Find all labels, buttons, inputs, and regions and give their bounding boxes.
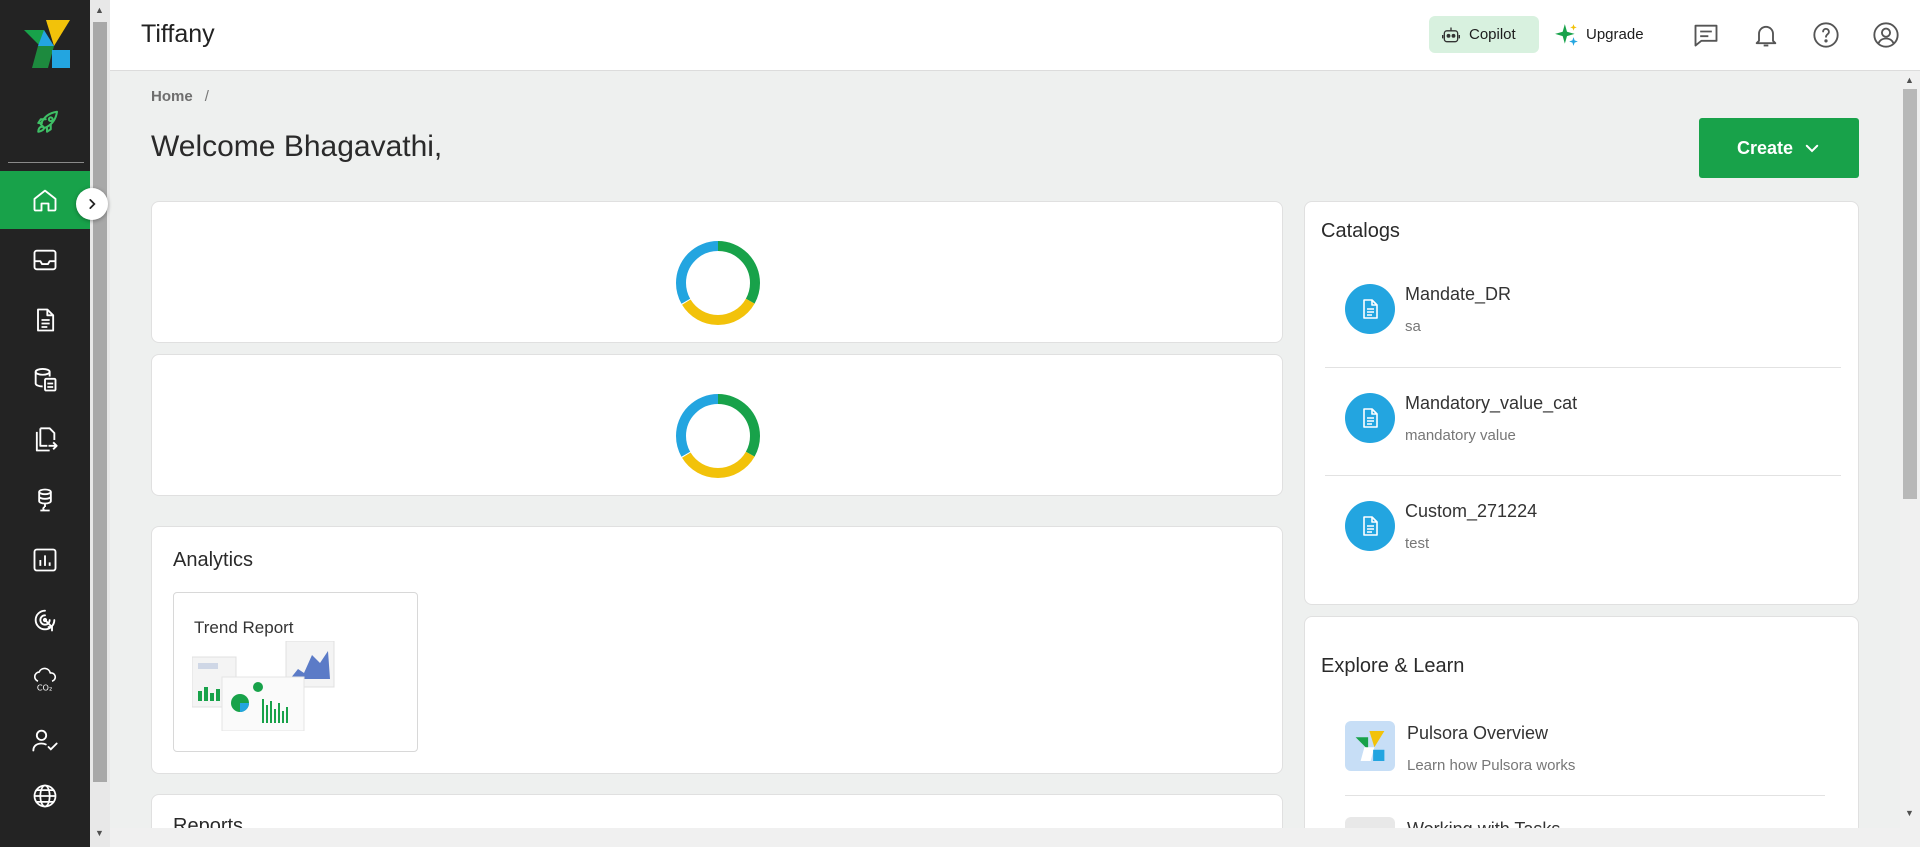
sidebar-divider [8, 162, 84, 163]
sidebar-item-users[interactable] [0, 711, 90, 769]
learn-item-title: Pulsora Overview [1407, 723, 1549, 743]
learn-item-description: Learn how Pulsora works [1407, 757, 1576, 774]
user-account-icon[interactable] [1872, 21, 1900, 49]
catalog-divider [1325, 475, 1841, 476]
sidebar-expand-button[interactable] [76, 188, 108, 220]
explore-learn-title: Explore & Learn [1321, 655, 1465, 677]
loading-spinner-icon [676, 241, 760, 325]
scroll-down-arrow-icon[interactable]: ▼ [1905, 808, 1914, 818]
sidebar-scrollbar[interactable]: ▲ ▼ [90, 0, 110, 847]
upgrade-button[interactable]: Upgrade [1554, 16, 1644, 53]
catalog-description: mandatory value [1405, 427, 1516, 444]
catalog-document-icon [1345, 501, 1395, 551]
create-button-label: Create [1736, 137, 1794, 158]
catalog-name: Mandatory_value_cat [1405, 393, 1578, 413]
inbox-icon [33, 249, 57, 271]
sidebar-item-emissions[interactable]: CO₂ [0, 651, 90, 709]
app-logo[interactable] [24, 20, 70, 68]
analytics-title: Analytics [173, 549, 254, 571]
sidebar-item-export[interactable] [0, 411, 90, 469]
user-check-icon [32, 729, 58, 752]
scrollbar-thumb[interactable] [1903, 89, 1917, 499]
breadcrumb: Home / [151, 88, 209, 105]
catalog-item[interactable]: Mandatory_value_cat mandatory value [1345, 393, 1845, 483]
pulsora-logo-icon [1345, 721, 1395, 771]
scrollbar-thumb[interactable] [93, 22, 107, 782]
rocket-icon[interactable] [32, 108, 62, 138]
catalog-description: sa [1405, 318, 1421, 335]
widget-loading-card [151, 354, 1283, 496]
sidebar-item-global[interactable] [0, 767, 90, 825]
svg-text:CO₂: CO₂ [37, 683, 52, 693]
page-title: Welcome Bhagavathi, [151, 130, 443, 163]
app-title: Tiffany [141, 20, 215, 48]
create-button[interactable]: Create [1699, 118, 1859, 178]
chevron-down-icon [1805, 144, 1819, 153]
bar-chart-icon [33, 548, 57, 572]
widget-loading-card [151, 201, 1283, 343]
catalogs-card: Catalogs Mandate_DR sa Mandatory_value_c… [1304, 201, 1859, 605]
catalog-document-icon [1345, 393, 1395, 443]
copilot-label: Copilot [1469, 26, 1516, 43]
chevron-right-icon [89, 199, 96, 209]
learn-item[interactable]: Pulsora Overview Learn how Pulsora works [1345, 721, 1845, 791]
chat-icon[interactable] [1692, 21, 1720, 49]
catalog-document-icon [1345, 284, 1395, 334]
loading-spinner-icon [676, 394, 760, 478]
catalog-name: Custom_271224 [1405, 501, 1538, 521]
sparkle-icon [1555, 23, 1578, 46]
learn-divider [1345, 795, 1825, 796]
catalog-description: test [1405, 535, 1430, 552]
page-scrollbar[interactable]: ▲ ▼ [1900, 71, 1920, 828]
sidebar-item-database[interactable] [0, 471, 90, 529]
sidebar-item-inbox[interactable] [0, 231, 90, 289]
data-copy-icon [34, 367, 57, 392]
catalog-item[interactable]: Custom_271224 test [1345, 501, 1845, 591]
trend-report-card[interactable]: Trend Report [173, 592, 418, 752]
bell-icon[interactable] [1752, 21, 1780, 49]
copilot-button[interactable]: Copilot [1429, 16, 1539, 53]
home-icon [33, 189, 57, 212]
breadcrumb-separator: / [204, 88, 209, 105]
co2-cloud-icon: CO₂ [33, 667, 57, 693]
scroll-down-arrow-icon[interactable]: ▼ [95, 828, 104, 838]
upgrade-label: Upgrade [1586, 26, 1644, 43]
analytics-card: Analytics Trend Report [151, 526, 1283, 774]
catalogs-title: Catalogs [1321, 220, 1400, 242]
globe-icon [33, 784, 57, 808]
target-icon [34, 609, 56, 632]
scroll-up-arrow-icon[interactable]: ▲ [95, 5, 104, 15]
robot-icon [1442, 27, 1460, 42]
sidebar-item-documents[interactable] [0, 291, 90, 349]
sidebar-item-analytics[interactable] [0, 531, 90, 589]
trend-report-label: Trend Report [194, 618, 294, 637]
sidebar-item-targets[interactable] [0, 591, 90, 649]
catalog-item[interactable]: Mandate_DR sa [1345, 284, 1845, 374]
document-icon [37, 308, 55, 332]
catalog-divider [1325, 367, 1841, 368]
catalog-name: Mandate_DR [1405, 284, 1512, 304]
trend-report-thumbnail-icon [192, 641, 335, 731]
breadcrumb-home[interactable]: Home [151, 88, 193, 105]
top-header: Tiffany Copilot Upgrade [110, 0, 1920, 71]
explore-learn-card: Explore & Learn Pulsora Overview Learn h… [1304, 616, 1859, 847]
horizontal-scrollbar[interactable] [110, 828, 1920, 847]
scroll-up-arrow-icon[interactable]: ▲ [1905, 75, 1914, 85]
database-icon [38, 488, 52, 512]
export-document-icon [35, 427, 58, 452]
help-icon[interactable] [1812, 21, 1840, 49]
sidebar-item-data[interactable] [0, 351, 90, 409]
sidebar: CO₂ [0, 0, 90, 847]
